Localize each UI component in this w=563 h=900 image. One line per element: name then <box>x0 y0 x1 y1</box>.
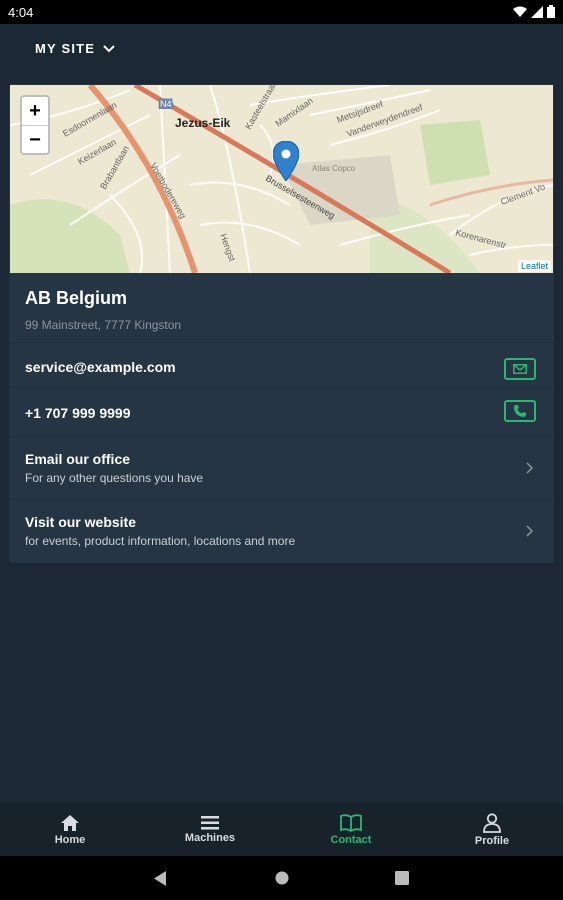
zoom-in-button[interactable]: + <box>22 97 48 126</box>
system-nav-bar <box>0 856 563 900</box>
status-icons <box>513 5 555 18</box>
map[interactable]: N4 Jezus-Eik Atlas Copco Brusselsesteenw… <box>10 85 553 273</box>
email-office-title: Email our office <box>25 451 131 467</box>
nav-machines-label: Machines <box>184 831 236 844</box>
website-subtitle: for events, product information, locatio… <box>25 534 296 548</box>
phone-row: +1 707 999 9999 <box>9 387 554 436</box>
person-icon <box>483 812 501 833</box>
app-header: MY SITE <box>0 24 563 76</box>
company-address: 99 Mainstreet, 7777 Kingston <box>25 318 182 332</box>
map-label-jezus-eik: Jezus-Eik <box>175 116 231 130</box>
recents-icon[interactable] <box>395 871 409 885</box>
bottom-nav: Home Machines Contact Profile <box>0 803 563 856</box>
chevron-right-icon <box>526 525 534 537</box>
zoom-out-button[interactable]: − <box>22 126 48 154</box>
home-circle-icon[interactable] <box>275 871 289 885</box>
email-office-subtitle: For any other questions you have <box>25 471 204 485</box>
phone-icon <box>514 405 526 417</box>
back-icon[interactable] <box>154 871 167 886</box>
email-row: service@example.com <box>9 342 554 387</box>
nav-profile-label: Profile <box>474 834 510 847</box>
map-attribution-link[interactable]: Leaflet <box>517 260 551 272</box>
map-label-n4: N4 <box>160 99 172 109</box>
site-selector-label: MY SITE <box>35 41 96 56</box>
battery-icon <box>547 5 555 18</box>
status-bar: 4:04 <box>0 0 563 24</box>
nav-home[interactable]: Home <box>0 803 140 856</box>
send-email-button[interactable] <box>504 358 536 380</box>
chevron-down-icon <box>103 44 115 52</box>
chevron-right-icon <box>526 462 534 474</box>
call-button[interactable] <box>504 400 536 422</box>
nav-machines[interactable]: Machines <box>140 803 280 856</box>
site-card: N4 Jezus-Eik Atlas Copco Brusselsesteenw… <box>9 84 554 563</box>
home-icon <box>61 814 79 831</box>
status-time: 4:04 <box>8 5 34 20</box>
map-label-atlas-copco: Atlas Copco <box>312 164 356 173</box>
signal-icon <box>531 5 543 18</box>
location-marker-icon[interactable] <box>273 141 299 181</box>
nav-contact[interactable]: Contact <box>281 803 421 856</box>
website-title: Visit our website <box>25 514 136 530</box>
nav-contact-label: Contact <box>330 833 372 846</box>
nav-profile[interactable]: Profile <box>422 803 562 856</box>
zoom-control: + − <box>20 95 50 155</box>
email-office-row[interactable]: Email our office For any other questions… <box>9 436 554 499</box>
company-name: AB Belgium <box>25 288 128 308</box>
mail-icon <box>513 364 527 374</box>
book-icon <box>340 813 362 832</box>
phone-number: +1 707 999 9999 <box>25 405 131 421</box>
website-row[interactable]: Visit our website for events, product in… <box>9 499 554 562</box>
email-address: service@example.com <box>25 359 176 375</box>
wifi-icon <box>513 6 527 17</box>
site-selector[interactable]: MY SITE <box>35 41 115 56</box>
nav-home-label: Home <box>54 833 86 846</box>
menu-icon <box>201 815 219 829</box>
